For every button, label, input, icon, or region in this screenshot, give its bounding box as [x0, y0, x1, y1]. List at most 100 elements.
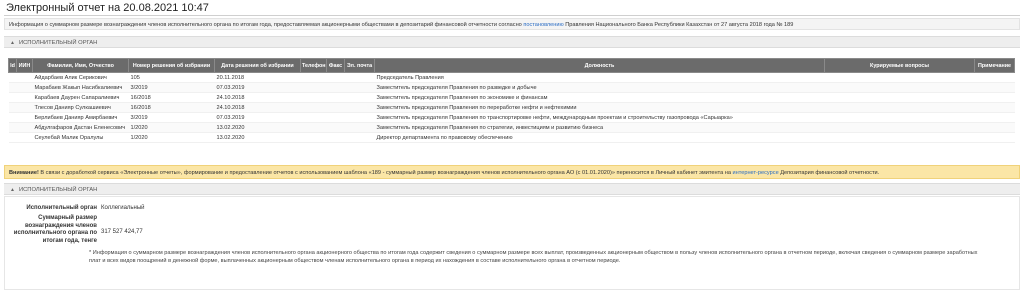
cell-decision-date: 13.02.2020	[214, 122, 301, 133]
triangle-up-icon[interactable]: ▲	[10, 40, 15, 46]
section-header-executive-organ[interactable]: ▲ ИСПОЛНИТЕЛЬНЫЙ ОРГАН	[4, 36, 1020, 48]
cell-position: Заместитель председателя Правления по эк…	[374, 92, 825, 103]
cell-iin	[16, 82, 33, 93]
table-row[interactable]: Сеулебай Малик Оралулы 1/2020 13.02.2020…	[8, 132, 1015, 143]
cell-id	[8, 122, 17, 133]
cell-supervised-issues	[824, 72, 975, 83]
cell-iin	[16, 72, 33, 83]
cell-supervised-issues	[824, 132, 975, 143]
cell-fax	[326, 102, 345, 113]
cell-fax	[326, 82, 345, 93]
cell-phone	[300, 72, 327, 83]
amount-label: Суммарный размер вознаграждения членов и…	[13, 215, 97, 244]
cell-decision-date: 24.10.2018	[214, 102, 301, 113]
amount-value: 317 527 424,77	[101, 229, 143, 235]
cell-decision-number: 16/2018	[128, 92, 215, 103]
executive-organ-details: Исполнительный орган Коллегиальный Сумма…	[4, 196, 1020, 290]
section-header-executive-organ-2[interactable]: ▲ ИСПОЛНИТЕЛЬНЫЙ ОРГАН	[4, 183, 1020, 195]
column-header[interactable]: Эл. почта	[344, 58, 375, 73]
column-header[interactable]: Факс	[326, 58, 345, 73]
cell-phone	[300, 112, 327, 123]
cell-note	[974, 92, 1015, 103]
table-row[interactable]: Айдарбаев Алик Серикович 105 20.11.2018 …	[8, 72, 1015, 83]
cell-phone	[300, 122, 327, 133]
title-divider	[4, 15, 1020, 16]
cell-note	[974, 72, 1015, 83]
cell-name: Берлибаев Данияр Амирбаевич	[32, 112, 129, 123]
column-header[interactable]: Курируемые вопросы	[824, 58, 975, 73]
cell-decision-number: 105	[128, 72, 215, 83]
cell-name: Сеулебай Малик Оралулы	[32, 132, 129, 143]
warning-text-after: Депозитария финансовой отчетности.	[778, 170, 880, 176]
column-header[interactable]: Должность	[374, 58, 825, 73]
section-title: ИСПОЛНИТЕЛЬНЫЙ ОРГАН	[18, 40, 98, 46]
cell-decision-date: 07.03.2019	[214, 82, 301, 93]
cell-id	[8, 102, 17, 113]
internet-resource-link[interactable]: интернет-ресурсе	[733, 170, 779, 176]
cell-decision-number: 1/2020	[128, 122, 215, 133]
cell-iin	[16, 122, 33, 133]
cell-id	[8, 82, 17, 93]
cell-name: Марабаев Жакып Насибкалиевич	[32, 82, 129, 93]
cell-email	[344, 92, 375, 103]
cell-supervised-issues	[824, 82, 975, 93]
warning-text-before: В связи с доработкой сервиса «Электронны…	[38, 170, 733, 176]
cell-note	[974, 132, 1015, 143]
column-header[interactable]: Телефон	[300, 58, 327, 73]
cell-phone	[300, 132, 327, 143]
cell-id	[8, 112, 17, 123]
cell-fax	[326, 92, 345, 103]
cell-note	[974, 112, 1015, 123]
column-header[interactable]: Фамилия, Имя, Отчество	[32, 58, 129, 73]
cell-email	[344, 82, 375, 93]
cell-position: Председатель Правления	[374, 72, 825, 83]
cell-iin	[16, 92, 33, 103]
column-header[interactable]: ИИН	[16, 58, 33, 73]
cell-email	[344, 122, 375, 133]
cell-name: Карабаев Даурен Сапаралиевич	[32, 92, 129, 103]
cell-note	[974, 102, 1015, 113]
cell-name: Айдарбаев Алик Серикович	[32, 72, 129, 83]
cell-name: Абдулгафаров Дастан Еленесович	[32, 122, 129, 133]
cell-fax	[326, 72, 345, 83]
column-header[interactable]: Id	[8, 58, 17, 73]
cell-decision-date: 24.10.2018	[214, 92, 301, 103]
cell-supervised-issues	[824, 122, 975, 133]
cell-iin	[16, 102, 33, 113]
cell-decision-number: 16/2018	[128, 102, 215, 113]
column-header[interactable]: Номер решения об избрании	[128, 58, 215, 73]
info-text-before: Информация о суммарном размере вознаграж…	[9, 22, 524, 28]
table-row[interactable]: Карабаев Даурен Сапаралиевич 16/2018 24.…	[8, 92, 1015, 103]
organ-type-value: Коллегиальный	[101, 205, 145, 211]
cell-email	[344, 132, 375, 143]
cell-email	[344, 72, 375, 83]
cell-position: Заместитель председателя Правления по ст…	[374, 122, 825, 133]
table-row[interactable]: Берлибаев Данияр Амирбаевич 3/2019 07.03…	[8, 112, 1015, 123]
table-row[interactable]: Абдулгафаров Дастан Еленесович 1/2020 13…	[8, 122, 1015, 133]
warning-label: Внимание!	[9, 170, 39, 176]
info-text-after: Правления Национального Банка Республики…	[563, 22, 794, 28]
cell-email	[344, 102, 375, 113]
cell-phone	[300, 92, 327, 103]
cell-decision-number: 3/2019	[128, 112, 215, 123]
footnote: * Информация о суммарном размере вознагр…	[89, 250, 978, 264]
cell-supervised-issues	[824, 112, 975, 123]
column-header[interactable]: Примечание	[974, 58, 1015, 73]
cell-fax	[326, 112, 345, 123]
cell-id	[8, 132, 17, 143]
cell-fax	[326, 122, 345, 133]
cell-iin	[16, 112, 33, 123]
cell-supervised-issues	[824, 92, 975, 103]
table-row[interactable]: Тлесов Данияр Сулкашиевич 16/2018 24.10.…	[8, 102, 1015, 113]
cell-decision-date: 13.02.2020	[214, 132, 301, 143]
column-header[interactable]: Дата решения об избрании	[214, 58, 301, 73]
resolution-link[interactable]: постановлению	[523, 22, 563, 28]
section-title: ИСПОЛНИТЕЛЬНЫЙ ОРГАН	[18, 187, 98, 193]
cell-decision-number: 3/2019	[128, 82, 215, 93]
page-title: Электронный отчет на 20.08.2021 10:47	[6, 2, 209, 14]
table-header-row: Id ИИН Фамилия, Имя, Отчество Номер реше…	[8, 58, 1015, 73]
executive-organ-table: Id ИИН Фамилия, Имя, Отчество Номер реше…	[8, 58, 1015, 143]
table-row[interactable]: Марабаев Жакып Насибкалиевич 3/2019 07.0…	[8, 82, 1015, 93]
triangle-up-icon[interactable]: ▲	[10, 187, 15, 193]
cell-iin	[16, 132, 33, 143]
